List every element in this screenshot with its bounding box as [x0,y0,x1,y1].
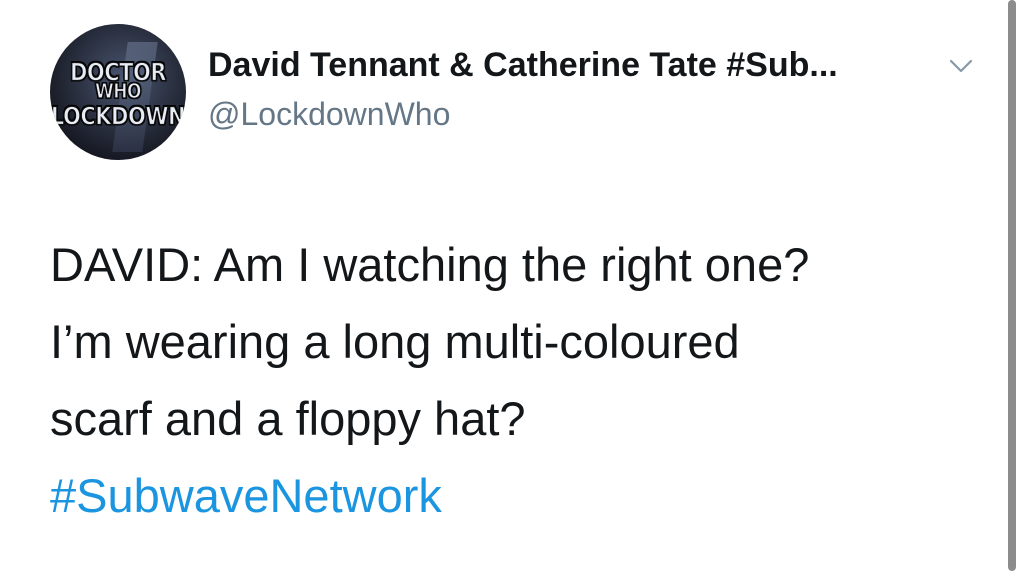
tweet-text-line: scarf and a floppy hat? [50,392,526,445]
avatar-logo-line: WHO [95,79,142,104]
tweet-text-line: I’m wearing a long multi-coloured [50,315,740,368]
user-handle[interactable]: @LockdownWho [208,96,450,133]
avatar[interactable]: DOCTOR WHO LOCKDOWN [50,24,186,160]
tweet-text-line: DAVID: Am I watching the right one? [50,238,810,291]
tweet-text: DAVID: Am I watching the right one? I’m … [50,226,970,534]
hashtag-link[interactable]: #SubwaveNetwork [50,457,970,534]
tweet: DOCTOR WHO LOCKDOWN David Tennant & Cath… [0,0,1024,571]
chevron-down-icon[interactable] [948,56,974,76]
scrollbar[interactable] [1008,0,1016,571]
avatar-logo-line: LOCKDOWN [50,101,186,131]
display-name[interactable]: David Tennant & Catherine Tate #Sub... [208,46,838,85]
